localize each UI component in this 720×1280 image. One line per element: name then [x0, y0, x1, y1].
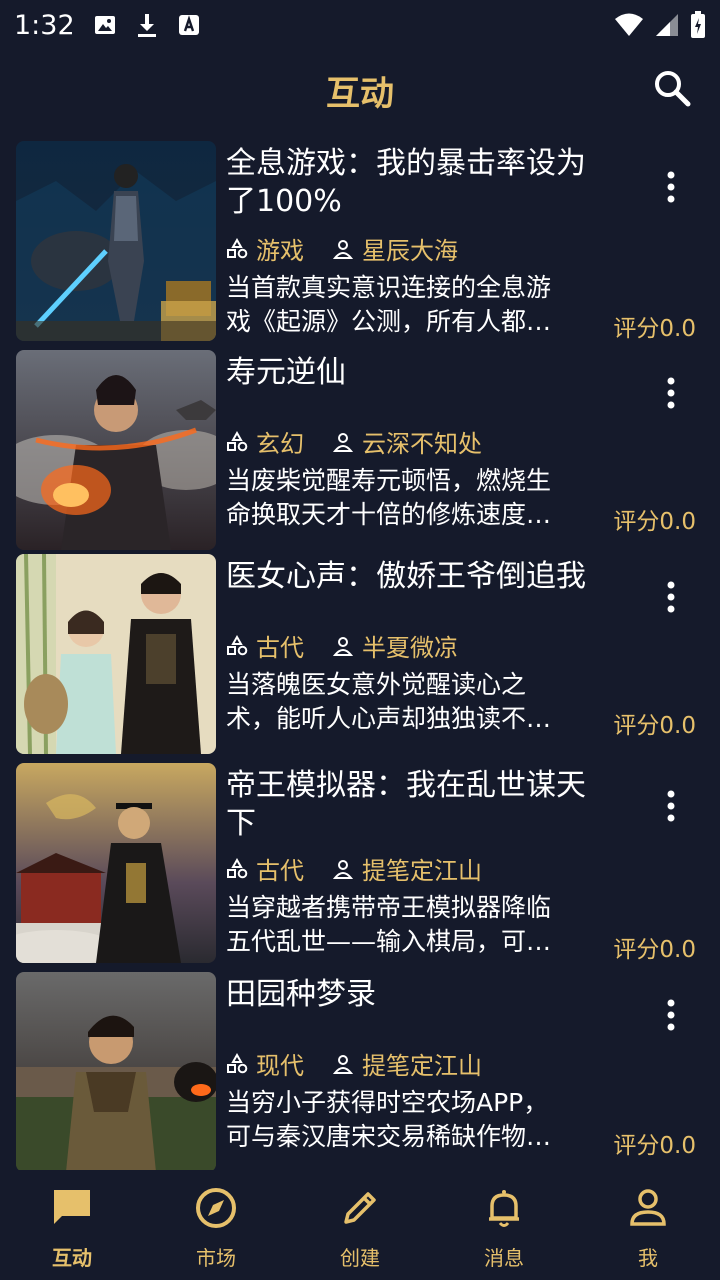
- nav-label: 互动: [52, 1246, 92, 1270]
- category-icon: [227, 857, 248, 878]
- story-title[interactable]: 田园种梦录: [226, 976, 616, 1014]
- status-bar: 1:32: [0, 0, 720, 50]
- nav-label: 消息: [484, 1246, 524, 1270]
- story-card[interactable]: 帝王模拟器：我在乱世谋天 下 古代 提笔定江山 当穿越者携带帝王模拟器降临 五代…: [16, 763, 716, 963]
- wifi-icon: [615, 13, 643, 36]
- story-title[interactable]: 医女心声：傲娇王爷倒追我: [226, 558, 616, 596]
- more-vertical-icon: [667, 790, 675, 822]
- story-title[interactable]: 全息游戏：我的暴击率设为 了100%: [226, 145, 616, 221]
- story-description: 当穷小子获得时空农场APP， 可与秦汉唐宋交易稀缺作物…: [226, 1088, 552, 1151]
- battery-icon: [691, 11, 705, 38]
- story-cover-image: [16, 350, 216, 550]
- story-score: 评分0.0: [613, 713, 696, 739]
- nav-label: 创建: [340, 1246, 380, 1270]
- search-icon: [655, 71, 691, 107]
- signal-icon: [656, 14, 678, 36]
- story-meta: 现代 提笔定江山: [226, 1046, 482, 1081]
- more-vertical-icon: [667, 581, 675, 613]
- accessibility-a-icon: [178, 15, 199, 35]
- story-author: 星辰大海: [362, 237, 458, 265]
- download-icon: [137, 14, 156, 37]
- story-cover-image: [16, 554, 216, 754]
- status-time: 1:32: [14, 9, 75, 41]
- story-card[interactable]: 全息游戏：我的暴击率设为 了100% 游戏 星辰大海 当首款真实意识连接的全息游…: [16, 141, 716, 342]
- story-category: 现代: [256, 1052, 304, 1080]
- author-icon: [332, 239, 354, 259]
- more-vertical-icon: [667, 377, 675, 409]
- bottom-navigation: 互动 市场 创建 消息 我: [0, 1170, 720, 1280]
- nav-item-market[interactable]: 市场: [144, 1170, 288, 1280]
- nav-label: 我: [638, 1246, 658, 1270]
- author-icon: [332, 1054, 354, 1074]
- nav-item-create[interactable]: 创建: [288, 1170, 432, 1280]
- nav-item-interact[interactable]: 互动: [0, 1170, 144, 1280]
- bell-icon: [489, 1190, 519, 1227]
- pencil-icon: [344, 1192, 376, 1224]
- category-icon: [227, 430, 248, 451]
- story-score: 评分0.0: [613, 1133, 696, 1159]
- story-category: 古代: [256, 634, 304, 662]
- story-score: 评分0.0: [613, 316, 696, 342]
- nav-item-messages[interactable]: 消息: [432, 1170, 576, 1280]
- page-title: 互动: [326, 74, 394, 114]
- story-category: 玄幻: [256, 430, 304, 458]
- story-title[interactable]: 帝王模拟器：我在乱世谋天 下: [226, 767, 616, 843]
- story-author: 提笔定江山: [362, 857, 482, 885]
- story-category: 游戏: [256, 237, 304, 265]
- image-notification-icon: [94, 16, 115, 34]
- story-meta: 古代 提笔定江山: [226, 851, 482, 886]
- chat-icon: [54, 1190, 90, 1224]
- more-vertical-icon: [667, 171, 675, 203]
- story-card[interactable]: 寿元逆仙 玄幻 云深不知处 当废柴觉醒寿元顿悟，燃烧生 命换取天才十倍的修炼速度…: [16, 350, 716, 550]
- category-icon: [227, 1052, 248, 1073]
- story-cover-image: [16, 763, 216, 963]
- story-description: 当穿越者携带帝王模拟器降临 五代乱世——输入棋局，可…: [226, 893, 552, 956]
- story-title[interactable]: 寿元逆仙: [226, 354, 616, 392]
- category-icon: [227, 634, 248, 655]
- story-list[interactable]: 全息游戏：我的暴击率设为 了100% 游戏 星辰大海 当首款真实意识连接的全息游…: [0, 140, 720, 1170]
- story-meta: 古代 半夏微凉: [226, 628, 458, 663]
- story-author: 云深不知处: [362, 430, 482, 458]
- more-vertical-icon: [667, 999, 675, 1031]
- more-options-button[interactable]: [661, 375, 681, 411]
- app-bar: 互动: [0, 50, 720, 130]
- story-meta: 玄幻 云深不知处: [226, 424, 482, 459]
- story-meta: 游戏 星辰大海: [226, 231, 458, 266]
- story-card[interactable]: 田园种梦录 现代 提笔定江山 当穷小子获得时空农场APP， 可与秦汉唐宋交易稀缺…: [16, 972, 716, 1170]
- story-score: 评分0.0: [613, 937, 696, 963]
- story-author: 提笔定江山: [362, 1052, 482, 1080]
- compass-icon: [196, 1188, 236, 1228]
- story-category: 古代: [256, 857, 304, 885]
- author-icon: [332, 636, 354, 656]
- more-options-button[interactable]: [661, 997, 681, 1033]
- category-icon: [227, 237, 248, 258]
- story-description: 当废柴觉醒寿元顿悟，燃烧生 命换取天才十倍的修炼速度…: [226, 466, 552, 529]
- search-button[interactable]: [652, 68, 692, 108]
- author-icon: [332, 859, 354, 879]
- story-cover-image: [16, 972, 216, 1170]
- story-cover-image: [16, 141, 216, 341]
- story-author: 半夏微凉: [362, 634, 458, 662]
- nav-label: 市场: [196, 1246, 236, 1270]
- story-description: 当落魄医女意外觉醒读心之 术，能听人心声却独独读不…: [226, 670, 552, 733]
- nav-item-me[interactable]: 我: [576, 1170, 720, 1280]
- story-description: 当首款真实意识连接的全息游 戏《起源》公测，所有人都…: [226, 273, 552, 336]
- story-score: 评分0.0: [613, 509, 696, 535]
- more-options-button[interactable]: [661, 169, 681, 205]
- person-icon: [630, 1189, 666, 1226]
- author-icon: [332, 432, 354, 452]
- more-options-button[interactable]: [661, 788, 681, 824]
- more-options-button[interactable]: [661, 579, 681, 615]
- story-card[interactable]: 医女心声：傲娇王爷倒追我 古代 半夏微凉 当落魄医女意外觉醒读心之 术，能听人心…: [16, 554, 716, 754]
